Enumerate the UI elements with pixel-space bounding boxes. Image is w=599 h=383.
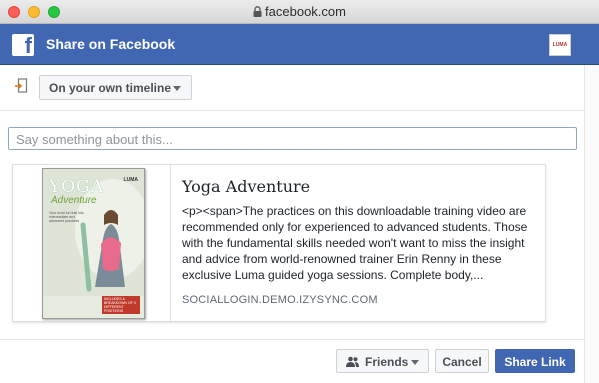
link-preview-description: <p><span>The practices on this downloada… [182, 204, 528, 282]
scrollbar[interactable] [584, 65, 599, 383]
dvd-cover-image: YOGA Adventure LUMA Your most fun trail … [42, 168, 145, 319]
cancel-button[interactable]: Cancel [435, 349, 489, 373]
dialog-body: On your own timeline Say something about… [0, 65, 584, 383]
friends-icon [346, 356, 359, 367]
facebook-logo-icon: f [12, 34, 34, 56]
dvd-blurb: Your most fun trail into intermediate an… [49, 211, 84, 223]
chevron-down-icon [173, 86, 181, 91]
share-destination-label: On your own timeline [49, 81, 172, 95]
share-link-button[interactable]: Share Link [495, 349, 575, 373]
message-input[interactable]: Say something about this... [8, 127, 577, 150]
dvd-subtitle: Adventure [51, 195, 97, 206]
app-logo: LUMA [549, 34, 571, 56]
dvd-badge: INCLUDES A BREAKDOWN OF 3 DIFFERENT POSI… [102, 296, 140, 314]
dialog-footer: Friends Cancel Share Link [0, 339, 584, 383]
link-preview-title: Yoga Adventure [182, 177, 311, 196]
message-placeholder: Say something about this... [16, 132, 173, 147]
dialog-header: f Share on Facebook LUMA [0, 24, 599, 65]
browser-titlebar: facebook.com [0, 0, 599, 24]
share-destination-select[interactable]: On your own timeline [39, 75, 192, 100]
link-preview-domain: SOCIALLOGIN.DEMO.IZYSYNC.COM [182, 294, 378, 306]
privacy-selector-label: Friends [365, 355, 409, 369]
privacy-selector-button[interactable]: Friends [336, 349, 429, 373]
address-display: facebook.com [0, 4, 599, 19]
timeline-icon [15, 78, 28, 93]
lock-icon [253, 6, 262, 17]
address-text: facebook.com [265, 4, 346, 19]
dvd-brand: LUMA [123, 177, 138, 183]
chevron-down-icon [411, 360, 419, 365]
link-preview-thumbnail: YOGA Adventure LUMA Your most fun trail … [13, 165, 171, 321]
link-preview-card[interactable]: YOGA Adventure LUMA Your most fun trail … [12, 164, 546, 322]
audience-row: On your own timeline [0, 65, 584, 111]
dialog-title: Share on Facebook [46, 36, 176, 52]
dvd-title: YOGA [49, 177, 105, 197]
